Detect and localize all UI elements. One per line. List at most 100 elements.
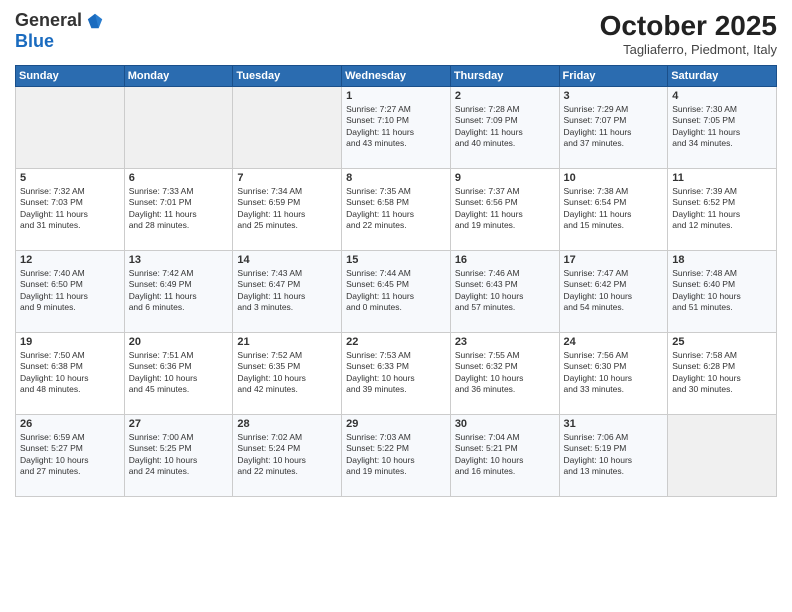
weekday-header: Saturday — [668, 66, 777, 87]
cell-info: Sunrise: 7:39 AM Sunset: 6:52 PM Dayligh… — [672, 186, 772, 232]
calendar-cell — [16, 87, 125, 169]
calendar-cell: 18 Sunrise: 7:48 AM Sunset: 6:40 PM Dayli… — [668, 251, 777, 333]
weekday-header: Thursday — [450, 66, 559, 87]
cell-info: Sunrise: 7:30 AM Sunset: 7:05 PM Dayligh… — [672, 104, 772, 150]
cell-info: Sunrise: 7:35 AM Sunset: 6:58 PM Dayligh… — [346, 186, 446, 232]
location-subtitle: Tagliaferro, Piedmont, Italy — [600, 42, 777, 57]
cell-info: Sunrise: 7:56 AM Sunset: 6:30 PM Dayligh… — [564, 350, 664, 396]
day-number: 14 — [237, 254, 337, 266]
calendar-cell — [233, 87, 342, 169]
cell-info: Sunrise: 6:59 AM Sunset: 5:27 PM Dayligh… — [20, 432, 120, 478]
calendar-cell — [668, 415, 777, 497]
calendar-cell: 27 Sunrise: 7:00 AM Sunset: 5:25 PM Dayli… — [124, 415, 233, 497]
calendar-cell: 13 Sunrise: 7:42 AM Sunset: 6:49 PM Dayli… — [124, 251, 233, 333]
calendar-cell: 30Sunrise: 7:04 AM Sunset: 5:21 PM Dayli… — [450, 415, 559, 497]
calendar-cell: 9 Sunrise: 7:37 AM Sunset: 6:56 PM Daylig… — [450, 169, 559, 251]
calendar-cell: 21 Sunrise: 7:52 AM Sunset: 6:35 PM Dayli… — [233, 333, 342, 415]
cell-info: Sunrise: 7:40 AM Sunset: 6:50 PM Dayligh… — [20, 268, 120, 314]
calendar-week-row: 5Sunrise: 7:32 AM Sunset: 7:03 PM Daylig… — [16, 169, 777, 251]
calendar-cell: 3 Sunrise: 7:29 AM Sunset: 7:07 PM Daylig… — [559, 87, 668, 169]
calendar-cell: 8 Sunrise: 7:35 AM Sunset: 6:58 PM Daylig… — [342, 169, 451, 251]
day-number: 26 — [20, 418, 120, 430]
calendar-cell: 28Sunrise: 7:02 AM Sunset: 5:24 PM Dayli… — [233, 415, 342, 497]
calendar-cell: 22Sunrise: 7:53 AM Sunset: 6:33 PM Dayli… — [342, 333, 451, 415]
cell-info: Sunrise: 7:37 AM Sunset: 6:56 PM Dayligh… — [455, 186, 555, 232]
day-number: 11 — [672, 172, 772, 184]
calendar-cell: 29 Sunrise: 7:03 AM Sunset: 5:22 PM Dayli… — [342, 415, 451, 497]
cell-info: Sunrise: 7:58 AM Sunset: 6:28 PM Dayligh… — [672, 350, 772, 396]
day-number: 9 — [455, 172, 555, 184]
logo-general: General — [15, 10, 82, 31]
calendar-cell: 2 Sunrise: 7:28 AM Sunset: 7:09 PM Daylig… — [450, 87, 559, 169]
day-number: 15 — [346, 254, 446, 266]
day-number: 29 — [346, 418, 446, 430]
day-number: 10 — [564, 172, 664, 184]
cell-info: Sunrise: 7:27 AM Sunset: 7:10 PM Dayligh… — [346, 104, 446, 150]
weekday-header: Friday — [559, 66, 668, 87]
cell-info: Sunrise: 7:55 AM Sunset: 6:32 PM Dayligh… — [455, 350, 555, 396]
weekday-header: Tuesday — [233, 66, 342, 87]
cell-info: Sunrise: 7:43 AM Sunset: 6:47 PM Dayligh… — [237, 268, 337, 314]
calendar-cell: 5Sunrise: 7:32 AM Sunset: 7:03 PM Daylig… — [16, 169, 125, 251]
day-number: 18 — [672, 254, 772, 266]
calendar-cell: 24 Sunrise: 7:56 AM Sunset: 6:30 PM Dayli… — [559, 333, 668, 415]
day-number: 5 — [20, 172, 120, 184]
calendar-table: SundayMondayTuesdayWednesdayThursdayFrid… — [15, 65, 777, 497]
month-title: October 2025 — [600, 10, 777, 42]
calendar-cell: 16Sunrise: 7:46 AM Sunset: 6:43 PM Dayli… — [450, 251, 559, 333]
cell-info: Sunrise: 7:03 AM Sunset: 5:22 PM Dayligh… — [346, 432, 446, 478]
cell-info: Sunrise: 7:52 AM Sunset: 6:35 PM Dayligh… — [237, 350, 337, 396]
calendar-cell: 10 Sunrise: 7:38 AM Sunset: 6:54 PM Dayli… — [559, 169, 668, 251]
weekday-header: Monday — [124, 66, 233, 87]
day-number: 17 — [564, 254, 664, 266]
weekday-header: Sunday — [16, 66, 125, 87]
day-number: 7 — [237, 172, 337, 184]
calendar-cell — [124, 87, 233, 169]
calendar-cell: 1Sunrise: 7:27 AM Sunset: 7:10 PM Daylig… — [342, 87, 451, 169]
day-number: 21 — [237, 336, 337, 348]
calendar-cell: 23 Sunrise: 7:55 AM Sunset: 6:32 PM Dayli… — [450, 333, 559, 415]
calendar-cell: 31Sunrise: 7:06 AM Sunset: 5:19 PM Dayli… — [559, 415, 668, 497]
day-number: 8 — [346, 172, 446, 184]
logo-icon — [86, 12, 104, 30]
day-number: 27 — [129, 418, 229, 430]
calendar-cell: 14 Sunrise: 7:43 AM Sunset: 6:47 PM Dayli… — [233, 251, 342, 333]
cell-info: Sunrise: 7:29 AM Sunset: 7:07 PM Dayligh… — [564, 104, 664, 150]
day-number: 31 — [564, 418, 664, 430]
cell-info: Sunrise: 7:50 AM Sunset: 6:38 PM Dayligh… — [20, 350, 120, 396]
day-number: 24 — [564, 336, 664, 348]
calendar-cell: 26 Sunrise: 6:59 AM Sunset: 5:27 PM Dayli… — [16, 415, 125, 497]
logo-blue: Blue — [15, 31, 54, 51]
cell-info: Sunrise: 7:00 AM Sunset: 5:25 PM Dayligh… — [129, 432, 229, 478]
cell-info: Sunrise: 7:02 AM Sunset: 5:24 PM Dayligh… — [237, 432, 337, 478]
day-number: 3 — [564, 90, 664, 102]
calendar-cell: 11 Sunrise: 7:39 AM Sunset: 6:52 PM Dayli… — [668, 169, 777, 251]
calendar-header-row: SundayMondayTuesdayWednesdayThursdayFrid… — [16, 66, 777, 87]
weekday-header: Wednesday — [342, 66, 451, 87]
header: General Blue October 2025 Tagliaferro, P… — [15, 10, 777, 57]
cell-info: Sunrise: 7:51 AM Sunset: 6:36 PM Dayligh… — [129, 350, 229, 396]
calendar-cell: 6Sunrise: 7:33 AM Sunset: 7:01 PM Daylig… — [124, 169, 233, 251]
calendar-cell: 19 Sunrise: 7:50 AM Sunset: 6:38 PM Dayli… — [16, 333, 125, 415]
cell-info: Sunrise: 7:42 AM Sunset: 6:49 PM Dayligh… — [129, 268, 229, 314]
day-number: 19 — [20, 336, 120, 348]
cell-info: Sunrise: 7:04 AM Sunset: 5:21 PM Dayligh… — [455, 432, 555, 478]
cell-info: Sunrise: 7:28 AM Sunset: 7:09 PM Dayligh… — [455, 104, 555, 150]
title-block: October 2025 Tagliaferro, Piedmont, Ital… — [600, 10, 777, 57]
day-number: 13 — [129, 254, 229, 266]
day-number: 20 — [129, 336, 229, 348]
page: General Blue October 2025 Tagliaferro, P… — [0, 0, 792, 612]
cell-info: Sunrise: 7:53 AM Sunset: 6:33 PM Dayligh… — [346, 350, 446, 396]
cell-info: Sunrise: 7:48 AM Sunset: 6:40 PM Dayligh… — [672, 268, 772, 314]
calendar-cell: 25Sunrise: 7:58 AM Sunset: 6:28 PM Dayli… — [668, 333, 777, 415]
day-number: 2 — [455, 90, 555, 102]
day-number: 23 — [455, 336, 555, 348]
cell-info: Sunrise: 7:34 AM Sunset: 6:59 PM Dayligh… — [237, 186, 337, 232]
cell-info: Sunrise: 7:38 AM Sunset: 6:54 PM Dayligh… — [564, 186, 664, 232]
calendar-week-row: 1Sunrise: 7:27 AM Sunset: 7:10 PM Daylig… — [16, 87, 777, 169]
day-number: 12 — [20, 254, 120, 266]
day-number: 6 — [129, 172, 229, 184]
calendar-week-row: 19 Sunrise: 7:50 AM Sunset: 6:38 PM Dayli… — [16, 333, 777, 415]
cell-info: Sunrise: 7:44 AM Sunset: 6:45 PM Dayligh… — [346, 268, 446, 314]
calendar-week-row: 26 Sunrise: 6:59 AM Sunset: 5:27 PM Dayli… — [16, 415, 777, 497]
